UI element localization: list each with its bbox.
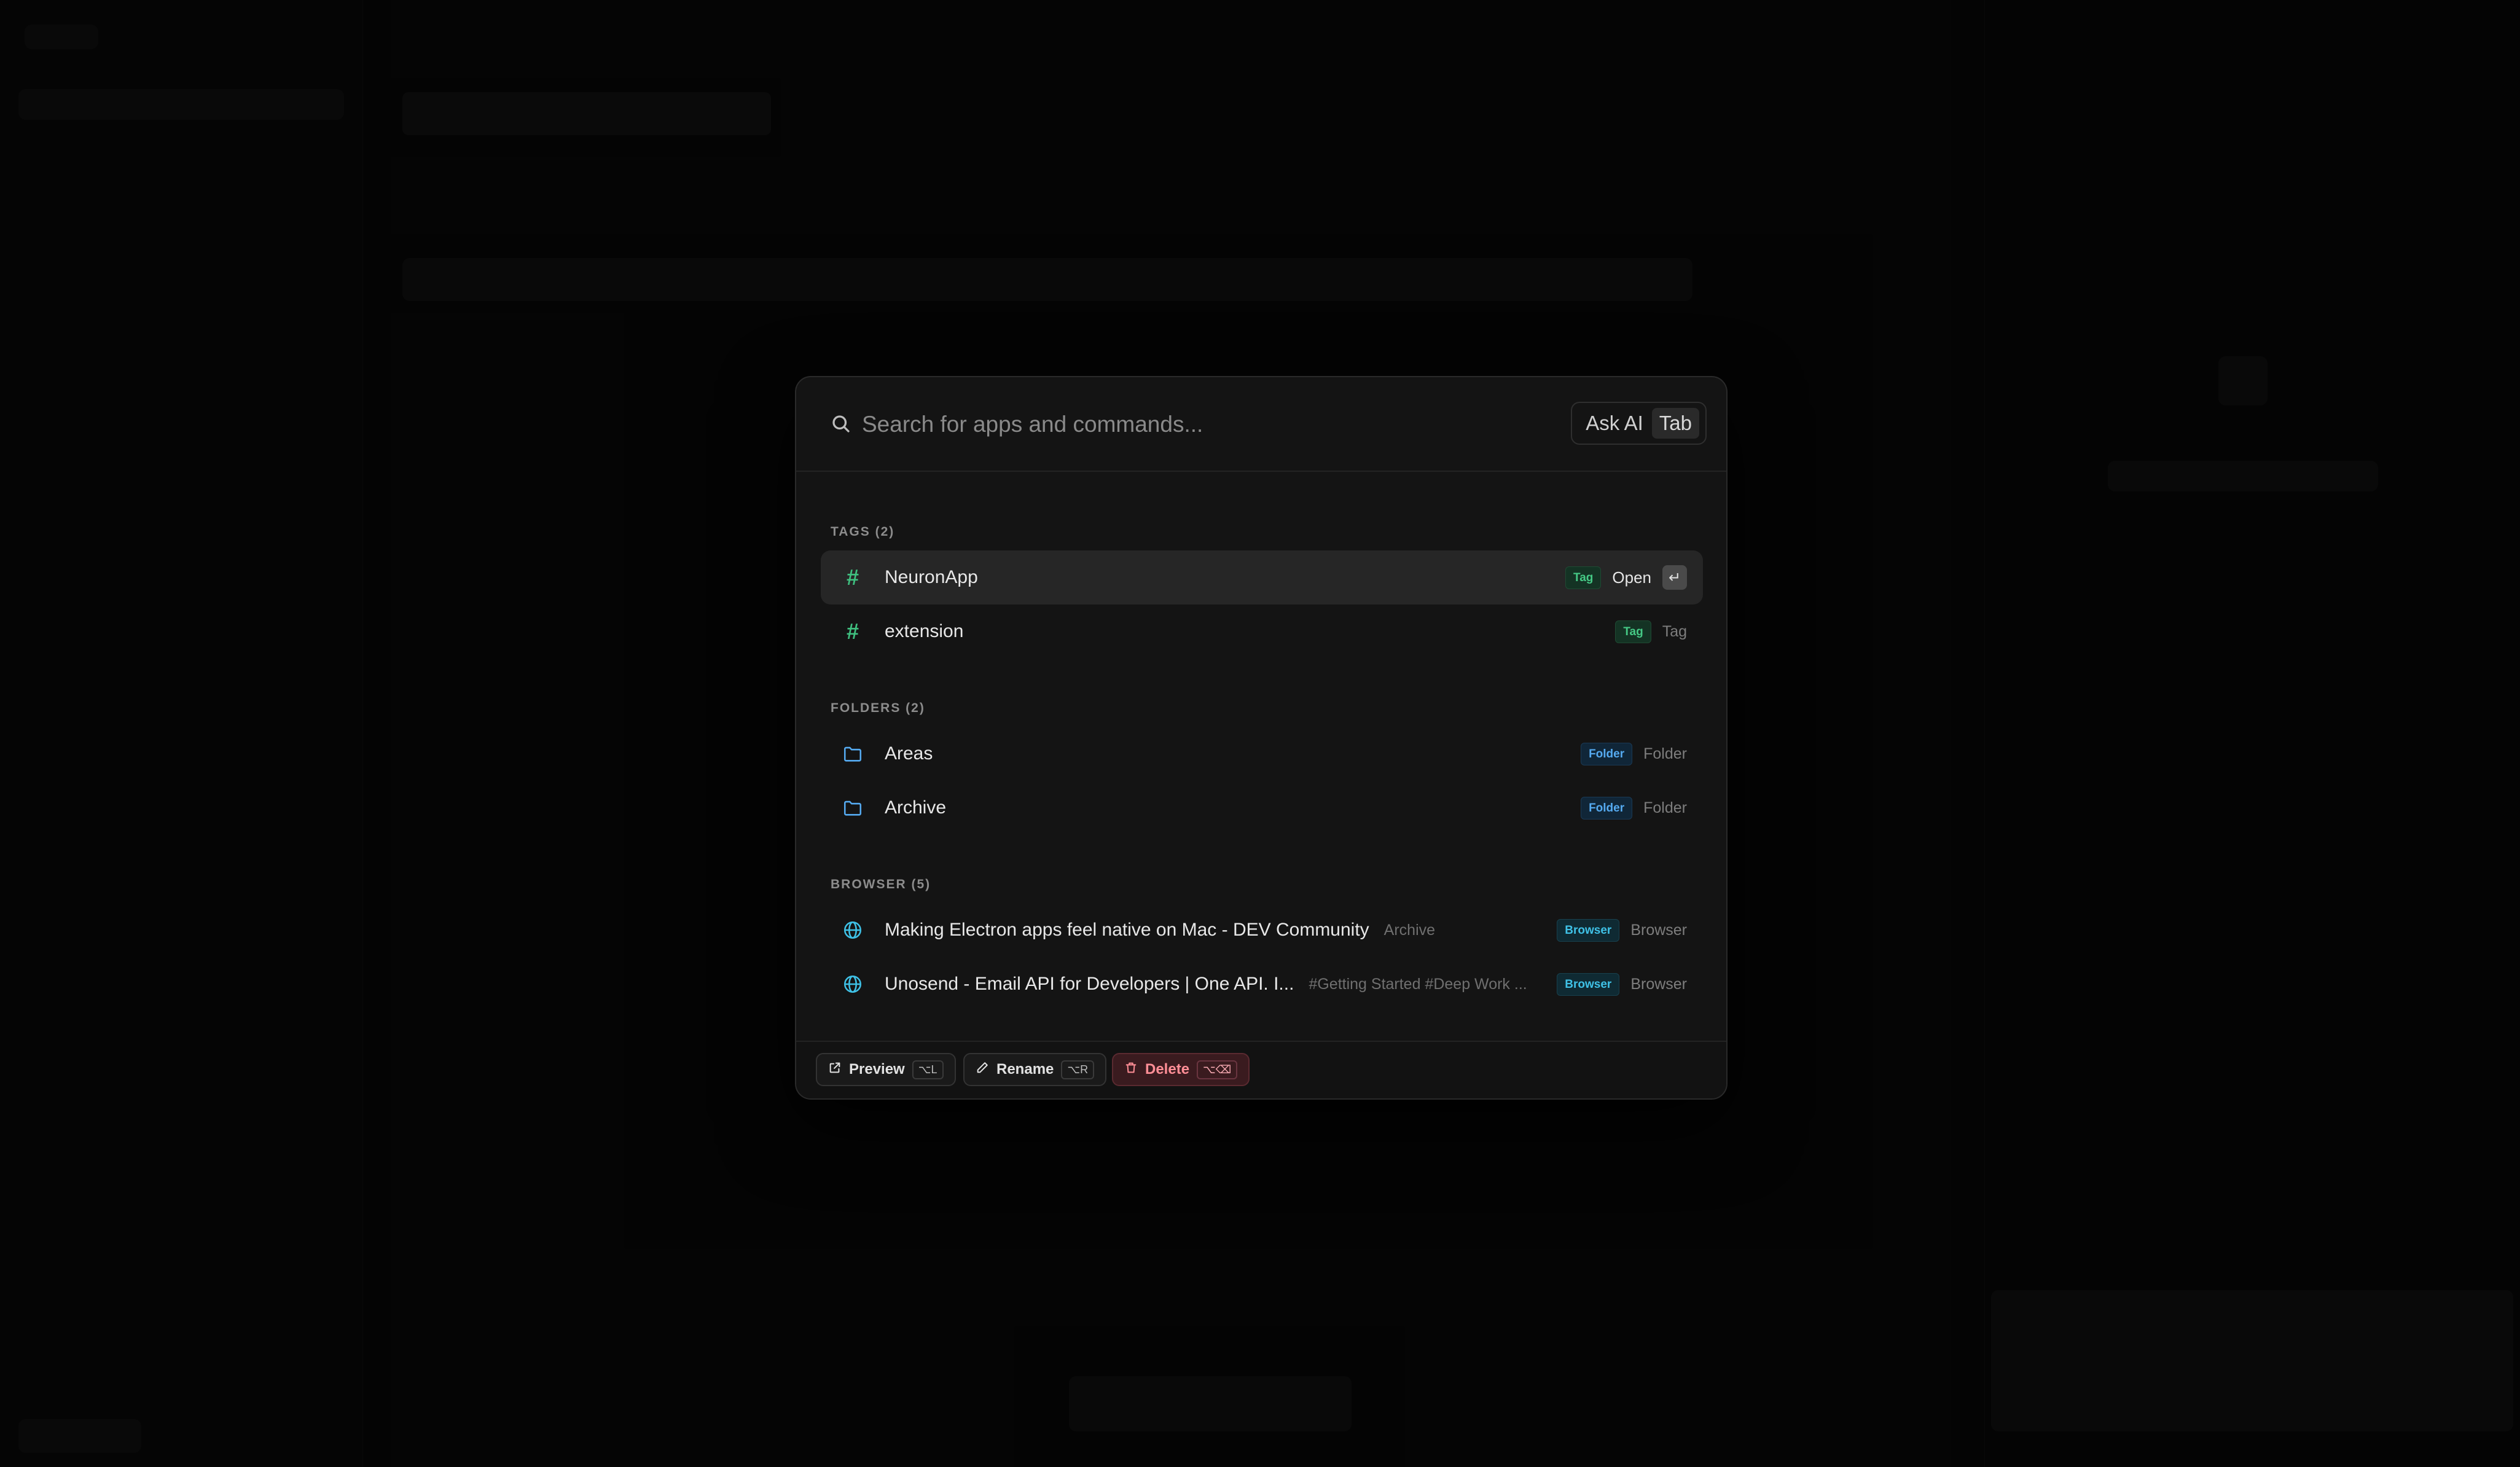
ask-ai-label: Ask AI <box>1586 412 1643 434</box>
result-title: NeuronApp <box>885 567 978 587</box>
rename-label: Rename <box>996 1061 1054 1078</box>
search-bar: Ask AI Tab <box>796 377 1726 472</box>
result-subtitle: #Getting Started #Deep Work ... <box>1309 975 1527 993</box>
pencil-icon <box>976 1061 989 1079</box>
result-type: Browser <box>1630 975 1687 993</box>
browser-badge: Browser <box>1557 918 1620 942</box>
rename-shortcut: ⌥R <box>1061 1060 1095 1079</box>
preview-shortcut: ⌥L <box>912 1060 944 1079</box>
folder-badge: Folder <box>1581 742 1633 765</box>
preview-button[interactable]: Preview ⌥L <box>816 1053 956 1086</box>
preview-label: Preview <box>849 1061 905 1078</box>
result-item-archive[interactable]: Archive Folder Folder <box>821 781 1703 835</box>
result-item-neuronapp[interactable]: # NeuronApp Tag Open ↵ <box>821 550 1703 604</box>
section-label-browser: BROWSER (5) <box>831 877 931 891</box>
search-icon <box>830 413 852 435</box>
result-title: Archive <box>885 797 947 818</box>
result-item-browser[interactable]: Unosend - Email API for Developers | One… <box>821 957 1703 1011</box>
folder-icon <box>840 796 865 820</box>
result-title: Unosend - Email API for Developers | One… <box>885 974 1294 994</box>
result-type: Tag <box>1662 622 1687 640</box>
result-subtitle: Archive <box>1383 921 1436 939</box>
result-title: Making Electron apps feel native on Mac … <box>885 920 1369 940</box>
trash-icon <box>1124 1061 1138 1079</box>
folder-icon <box>840 741 865 766</box>
tab-key-hint: Tab <box>1651 408 1699 439</box>
enter-key-icon: ↵ <box>1662 565 1687 590</box>
delete-label: Delete <box>1145 1061 1190 1078</box>
ask-ai-button[interactable]: Ask AI Tab <box>1571 402 1707 445</box>
result-title: extension <box>885 621 964 641</box>
result-item-browser[interactable]: Making Electron apps feel native on Mac … <box>821 903 1703 957</box>
result-type: Folder <box>1643 745 1687 762</box>
command-palette: Ask AI Tab TAGS (2) # NeuronApp Tag Open… <box>795 376 1728 1100</box>
globe-icon <box>840 972 865 996</box>
browser-badge: Browser <box>1557 972 1620 996</box>
delete-button[interactable]: Delete ⌥⌫ <box>1112 1053 1250 1086</box>
delete-shortcut: ⌥⌫ <box>1197 1060 1238 1079</box>
hash-icon: # <box>846 619 859 644</box>
folder-badge: Folder <box>1581 796 1633 820</box>
result-type: Browser <box>1630 921 1687 939</box>
search-input[interactable] <box>861 402 1539 447</box>
tag-badge: Tag <box>1565 566 1602 589</box>
result-item-areas[interactable]: Areas Folder Folder <box>821 727 1703 781</box>
result-item-extension[interactable]: # extension Tag Tag <box>821 604 1703 659</box>
open-action-label: Open <box>1612 568 1651 587</box>
result-title: Areas <box>885 743 933 764</box>
action-footer: Preview ⌥L Rename ⌥R Delete ⌥⌫ <box>796 1041 1726 1098</box>
tag-badge: Tag <box>1615 620 1651 643</box>
section-label-tags: TAGS (2) <box>831 525 895 539</box>
globe-icon <box>840 918 865 942</box>
external-link-icon <box>828 1061 842 1079</box>
hash-icon: # <box>846 565 859 590</box>
rename-button[interactable]: Rename ⌥R <box>963 1053 1107 1086</box>
section-label-folders: FOLDERS (2) <box>831 701 925 715</box>
result-type: Folder <box>1643 799 1687 816</box>
